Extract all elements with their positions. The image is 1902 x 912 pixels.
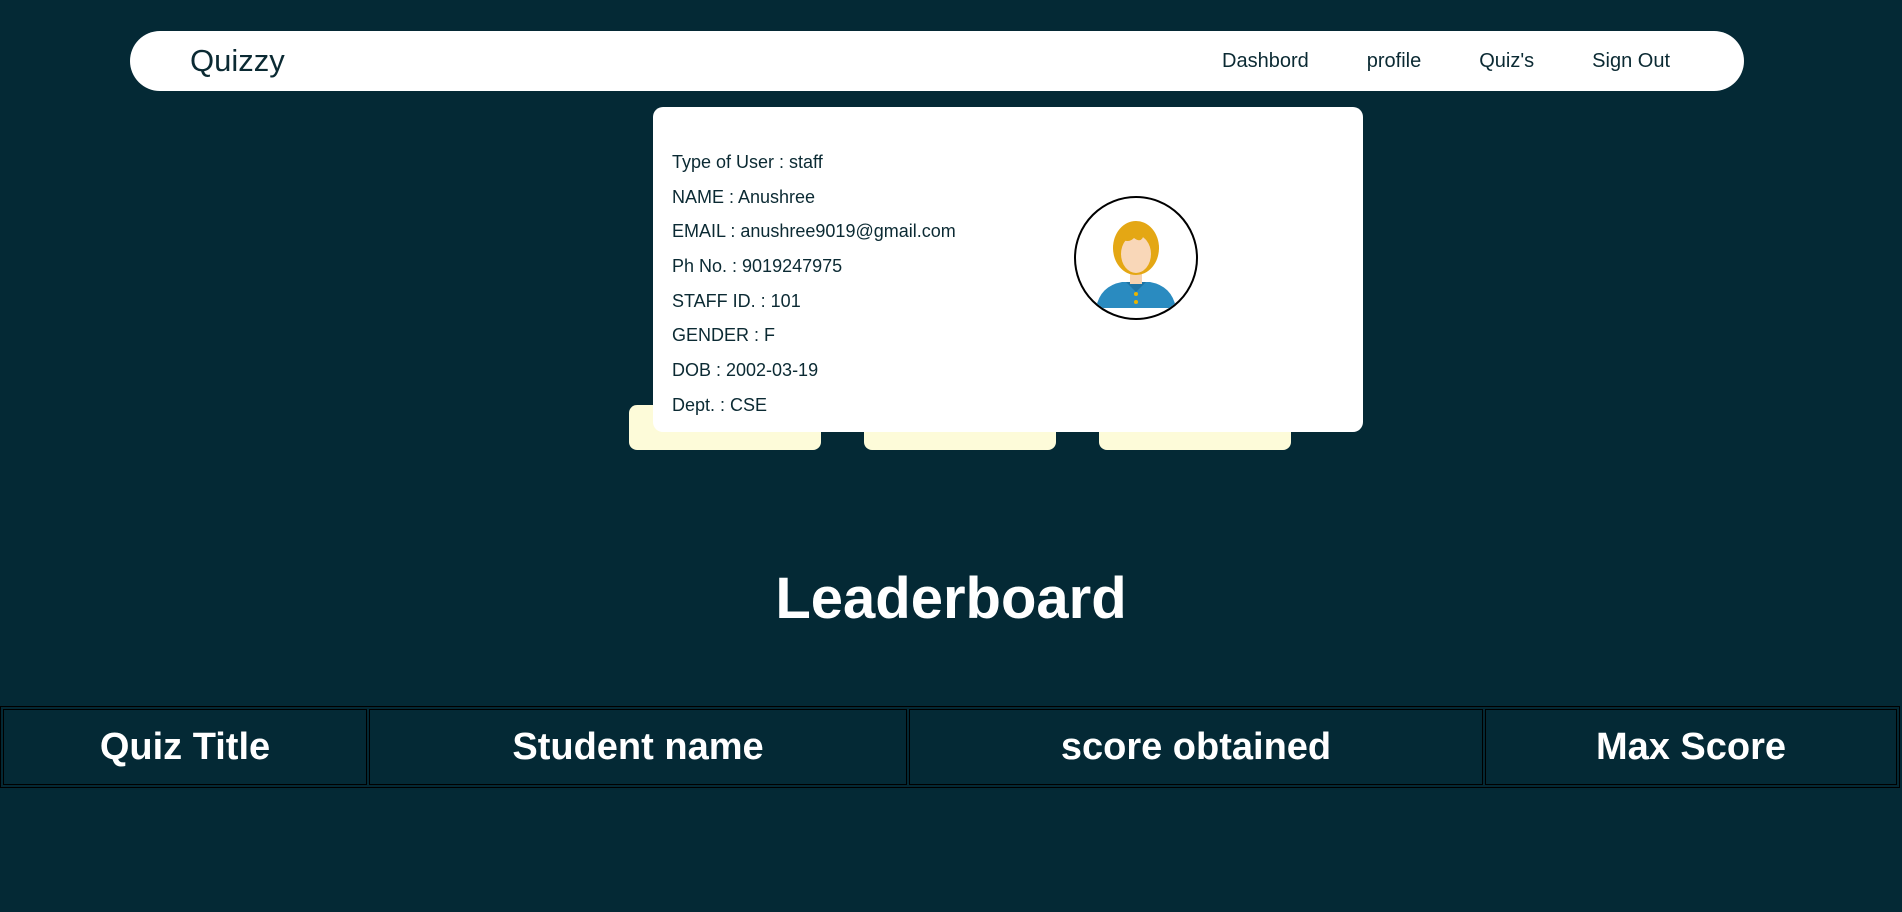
page: Quizzy Dashbord profile Quiz's Sign Out … [0, 0, 1902, 912]
leaderboard-table: Quiz Title Student name score obtained M… [0, 706, 1900, 788]
profile-gender: GENDER : F [672, 325, 776, 346]
brand-logo[interactable]: Quizzy [190, 31, 285, 91]
nav-link-dashboard[interactable]: Dashbord [1222, 50, 1309, 73]
top-navbar: Quizzy Dashbord profile Quiz's Sign Out [130, 31, 1744, 91]
profile-email: EMAIL : anushree9019@gmail.com [672, 221, 956, 242]
profile-staff-id: STAFF ID. : 101 [672, 290, 801, 311]
column-header-max-score: Max Score [1485, 709, 1897, 785]
avatar [1074, 196, 1198, 320]
profile-info-list: Type of User : staff NAME : Anushree EMA… [672, 145, 956, 423]
profile-card: Type of User : staff NAME : Anushree EMA… [653, 107, 1363, 432]
profile-dept: Dept. : CSE [672, 394, 768, 415]
nav-link-profile[interactable]: profile [1367, 50, 1421, 73]
nav-link-sign-out[interactable]: Sign Out [1592, 50, 1670, 73]
nav-link-quizzes[interactable]: Quiz's [1479, 50, 1534, 73]
female-user-avatar-icon [1096, 221, 1176, 308]
profile-name: NAME : Anushree [672, 186, 816, 207]
column-header-score-obtained: score obtained [909, 709, 1483, 785]
profile-user-type: Type of User : staff [672, 152, 823, 172]
table-header-row: Quiz Title Student name score obtained M… [3, 709, 1897, 785]
column-header-quiz-title: Quiz Title [3, 709, 367, 785]
profile-dob: DOB : 2002-03-19 [672, 360, 819, 381]
nav-links: Dashbord profile Quiz's Sign Out [1222, 31, 1670, 91]
leaderboard-heading: Leaderboard [775, 566, 1127, 631]
column-header-student-name: Student name [369, 709, 907, 785]
profile-phone: Ph No. : 9019247975 [672, 256, 843, 277]
